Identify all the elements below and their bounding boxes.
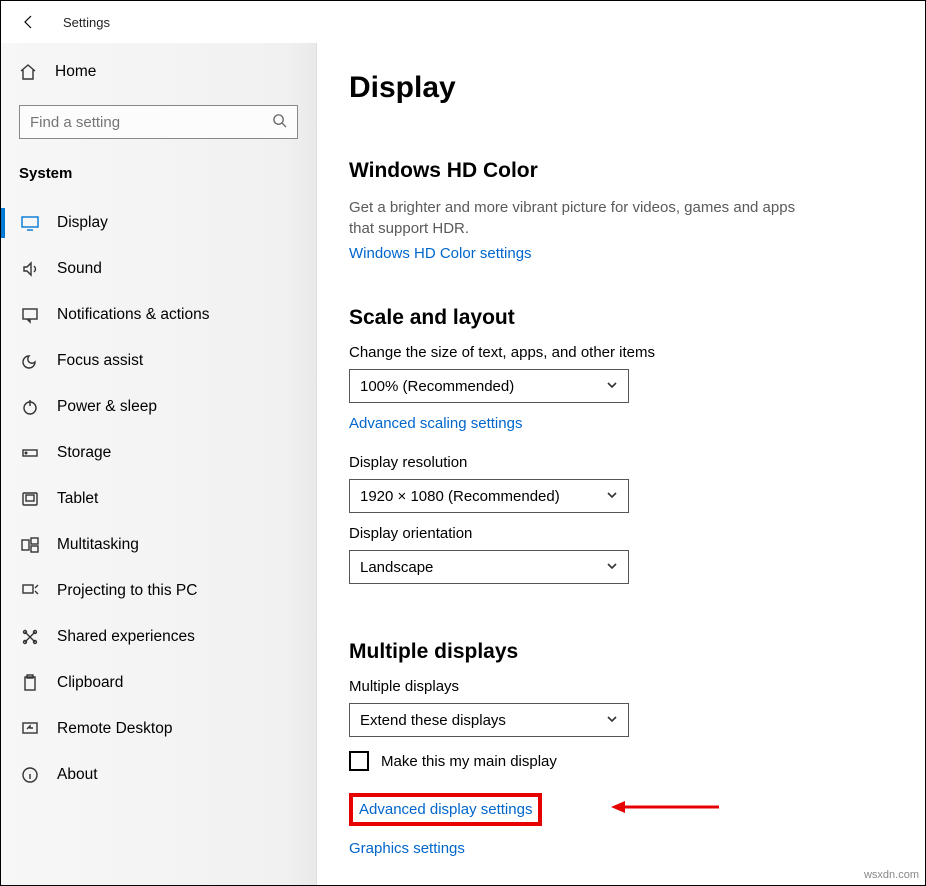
display-icon xyxy=(19,214,41,232)
sidebar-item-label: Focus assist xyxy=(57,352,143,370)
main-content: Display Windows HD Color Get a brighter … xyxy=(317,43,925,885)
annotation-highlight: Advanced display settings xyxy=(349,793,542,826)
power-icon xyxy=(19,398,41,416)
text-size-label: Change the size of text, apps, and other… xyxy=(349,344,885,361)
sidebar-item-label: Projecting to this PC xyxy=(57,582,197,600)
annotation-arrow xyxy=(611,797,721,817)
hd-color-desc: Get a brighter and more vibrant picture … xyxy=(349,197,819,239)
tablet-icon xyxy=(19,490,41,508)
sidebar-item-storage[interactable]: Storage xyxy=(1,430,316,476)
sidebar-item-clipboard[interactable]: Clipboard xyxy=(1,660,316,706)
resolution-label: Display resolution xyxy=(349,454,885,471)
window-title: Settings xyxy=(63,15,110,30)
search-input[interactable] xyxy=(30,114,272,131)
sidebar-item-shared-experiences[interactable]: Shared experiences xyxy=(1,614,316,660)
sidebar-item-label: About xyxy=(57,766,98,784)
storage-icon xyxy=(19,444,41,462)
orientation-value: Landscape xyxy=(360,559,433,576)
sidebar-group-label: System xyxy=(19,165,298,182)
projecting-icon xyxy=(19,582,41,600)
sound-icon xyxy=(19,260,41,278)
main-display-checkbox[interactable]: Make this my main display xyxy=(349,751,885,771)
back-button[interactable] xyxy=(19,12,39,32)
multiple-displays-value: Extend these displays xyxy=(360,712,506,729)
chevron-down-icon xyxy=(606,712,618,729)
sidebar-item-multitasking[interactable]: Multitasking xyxy=(1,522,316,568)
search-icon xyxy=(272,113,287,132)
multiple-displays-select[interactable]: Extend these displays xyxy=(349,703,629,737)
sidebar-item-about[interactable]: About xyxy=(1,752,316,798)
chevron-down-icon xyxy=(606,559,618,576)
about-icon xyxy=(19,766,41,784)
home-nav[interactable]: Home xyxy=(19,53,298,91)
orientation-label: Display orientation xyxy=(349,525,885,542)
resolution-value: 1920 × 1080 (Recommended) xyxy=(360,488,560,505)
titlebar: Settings xyxy=(1,1,925,43)
sidebar-item-label: Notifications & actions xyxy=(57,306,210,324)
page-title: Display xyxy=(349,71,885,105)
sidebar-item-label: Storage xyxy=(57,444,111,462)
advanced-display-link[interactable]: Advanced display settings xyxy=(359,801,532,818)
text-size-value: 100% (Recommended) xyxy=(360,378,514,395)
chevron-down-icon xyxy=(606,378,618,395)
sidebar-item-tablet[interactable]: Tablet xyxy=(1,476,316,522)
sidebar-item-label: Shared experiences xyxy=(57,628,195,646)
sidebar-item-label: Sound xyxy=(57,260,102,278)
multitasking-icon xyxy=(19,536,41,554)
watermark: wsxdn.com xyxy=(864,869,919,881)
checkbox-box[interactable] xyxy=(349,751,369,771)
shared-icon xyxy=(19,628,41,646)
sidebar-item-label: Multitasking xyxy=(57,536,139,554)
multiple-displays-label: Multiple displays xyxy=(349,678,885,695)
sidebar-item-sound[interactable]: Sound xyxy=(1,246,316,292)
sidebar-item-focus-assist[interactable]: Focus assist xyxy=(1,338,316,384)
search-box[interactable] xyxy=(19,105,298,139)
sidebar-item-label: Clipboard xyxy=(57,674,123,692)
sidebar-item-label: Power & sleep xyxy=(57,398,157,416)
text-size-select[interactable]: 100% (Recommended) xyxy=(349,369,629,403)
home-label: Home xyxy=(55,63,96,81)
main-display-checkbox-label: Make this my main display xyxy=(381,753,557,770)
hd-color-link[interactable]: Windows HD Color settings xyxy=(349,245,532,262)
resolution-select[interactable]: 1920 × 1080 (Recommended) xyxy=(349,479,629,513)
sidebar-item-display[interactable]: Display xyxy=(1,200,316,246)
sidebar-item-label: Display xyxy=(57,214,108,232)
sidebar: Home System Display Sound xyxy=(1,43,317,885)
notifications-icon xyxy=(19,306,41,324)
multiple-displays-heading: Multiple displays xyxy=(349,640,885,664)
focus-assist-icon xyxy=(19,352,41,370)
home-icon xyxy=(19,63,41,81)
orientation-select[interactable]: Landscape xyxy=(349,550,629,584)
sidebar-item-remote-desktop[interactable]: Remote Desktop xyxy=(1,706,316,752)
sidebar-item-notifications[interactable]: Notifications & actions xyxy=(1,292,316,338)
hd-color-heading: Windows HD Color xyxy=(349,159,885,183)
graphics-settings-link[interactable]: Graphics settings xyxy=(349,840,465,857)
advanced-scaling-link[interactable]: Advanced scaling settings xyxy=(349,415,522,432)
sidebar-item-projecting[interactable]: Projecting to this PC xyxy=(1,568,316,614)
clipboard-icon xyxy=(19,674,41,692)
sidebar-item-power-sleep[interactable]: Power & sleep xyxy=(1,384,316,430)
sidebar-item-label: Remote Desktop xyxy=(57,720,172,738)
scale-heading: Scale and layout xyxy=(349,306,885,330)
chevron-down-icon xyxy=(606,488,618,505)
sidebar-item-label: Tablet xyxy=(57,490,98,508)
remote-desktop-icon xyxy=(19,720,41,738)
